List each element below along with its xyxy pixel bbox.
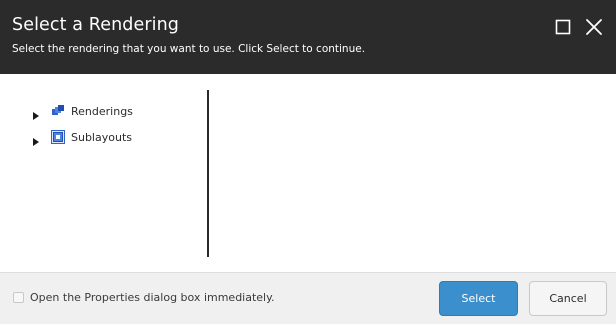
renderings-icon bbox=[50, 103, 66, 119]
tree-item-sublayouts[interactable]: Sublayouts bbox=[32, 129, 132, 146]
open-properties-label: Open the Properties dialog box immediate… bbox=[30, 291, 275, 304]
rendering-preview-pane bbox=[209, 74, 616, 272]
select-rendering-dialog: Select a Rendering Select the rendering … bbox=[0, 0, 616, 324]
maximize-icon bbox=[555, 19, 571, 35]
cancel-button[interactable]: Cancel bbox=[529, 281, 607, 316]
open-properties-option[interactable]: Open the Properties dialog box immediate… bbox=[13, 291, 275, 304]
tree-item-label: Sublayouts bbox=[71, 130, 132, 144]
sublayouts-icon bbox=[50, 129, 66, 145]
expand-arrow-icon[interactable] bbox=[32, 106, 40, 120]
dialog-title: Select a Rendering bbox=[12, 15, 179, 35]
dialog-subtitle: Select the rendering that you want to us… bbox=[12, 43, 366, 55]
maximize-button[interactable] bbox=[553, 17, 573, 37]
expand-arrow-icon[interactable] bbox=[32, 132, 40, 146]
close-button[interactable] bbox=[584, 17, 604, 37]
open-properties-checkbox[interactable] bbox=[13, 292, 24, 303]
tree-item-renderings[interactable]: Renderings bbox=[32, 103, 133, 120]
dialog-header: Select a Rendering Select the rendering … bbox=[0, 0, 616, 74]
tree-item-label: Renderings bbox=[71, 104, 133, 118]
select-button[interactable]: Select bbox=[439, 281, 518, 316]
close-icon bbox=[586, 19, 602, 35]
